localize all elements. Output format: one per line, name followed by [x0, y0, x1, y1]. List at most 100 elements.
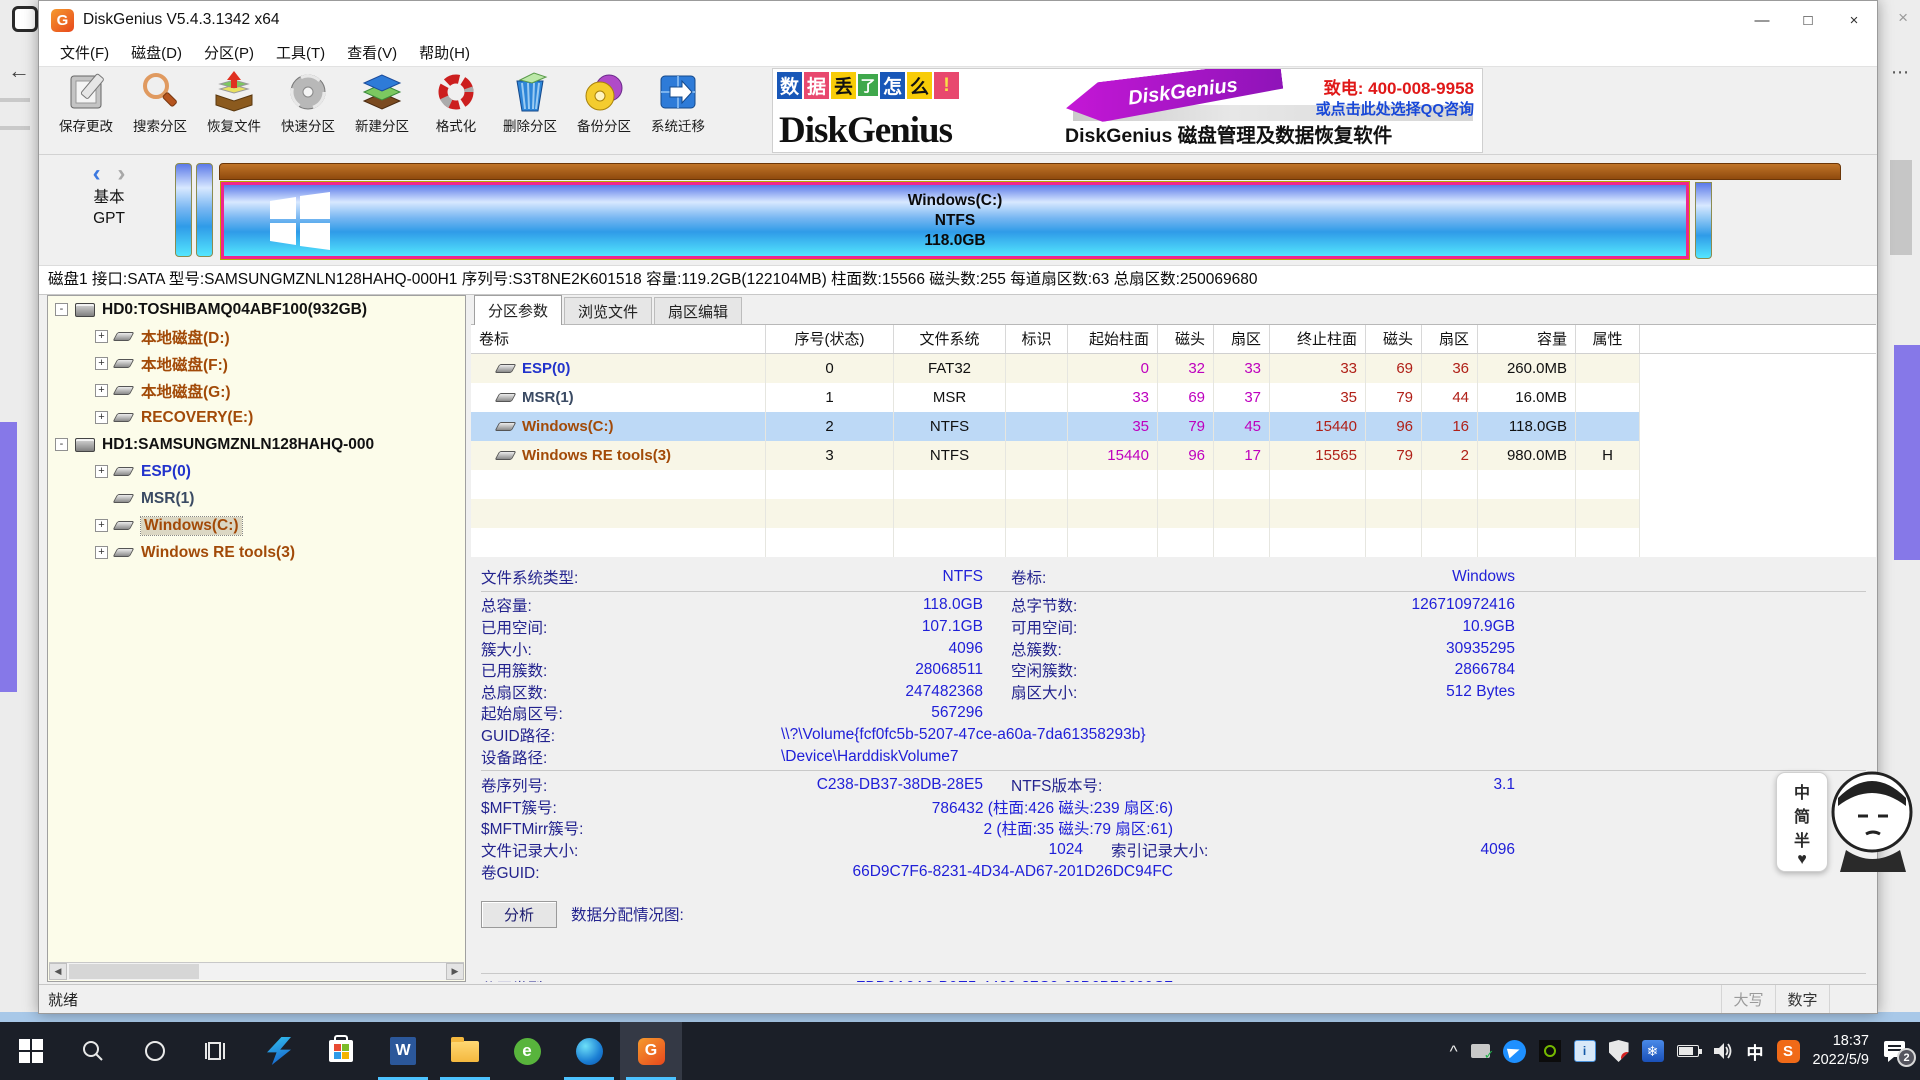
disk-graphic: Windows(C:) NTFS 118.0GB	[175, 163, 1841, 259]
ime-status-widget[interactable]: 中 简 半 ♥	[1776, 768, 1916, 876]
table-row-empty	[471, 499, 1876, 528]
expander-icon[interactable]: +	[95, 384, 108, 397]
menu-bar: 文件(F) 磁盘(D) 分区(P) 工具(T) 查看(V) 帮助(H)	[39, 39, 1877, 67]
expander-icon[interactable]: -	[55, 438, 68, 451]
save-changes-button[interactable]: 保存更改	[49, 71, 123, 135]
tree-item-msr[interactable]: MSR(1)	[48, 485, 465, 512]
menu-partition[interactable]: 分区(P)	[193, 42, 265, 63]
window-title: DiskGenius V5.4.3.1342 x64	[83, 11, 279, 29]
expander-icon[interactable]: +	[95, 357, 108, 370]
recover-files-button[interactable]: 恢复文件	[197, 71, 271, 135]
background-window-left: ←	[0, 0, 38, 1022]
tree-horizontal-scrollbar[interactable]: ◀ ▶	[49, 962, 464, 980]
banner-ad[interactable]: 数 据 丢 了 怎 么 ! DiskGenius DiskGenius 致电: …	[772, 68, 1483, 153]
tree-item-windows-re[interactable]: + Windows RE tools(3)	[48, 539, 465, 566]
notification-center-button[interactable]: 2	[1882, 1039, 1908, 1063]
new-partition-button[interactable]: 新建分区	[345, 71, 419, 135]
task-view-button[interactable]	[186, 1022, 248, 1080]
analyze-button[interactable]: 分析	[481, 901, 557, 928]
expander-icon[interactable]: +	[95, 330, 108, 343]
store-button[interactable]	[310, 1022, 372, 1080]
minimize-button[interactable]: —	[1739, 1, 1785, 39]
next-disk-icon[interactable]: ›	[117, 160, 125, 187]
save-changes-icon	[64, 71, 108, 113]
taskbar-search-button[interactable]	[62, 1022, 124, 1080]
tray-expand-icon[interactable]: ^	[1450, 1042, 1458, 1062]
tree-item-recovery-e[interactable]: + RECOVERY(E:)	[48, 404, 465, 431]
expander-icon[interactable]: -	[55, 303, 68, 316]
tree-item-local-d[interactable]: + 本地磁盘(D:)	[48, 323, 465, 350]
taskbar-clock[interactable]: 18:37 2022/5/9	[1813, 1032, 1869, 1070]
partition-icon	[113, 467, 135, 476]
partition-type-guid-row: 分区类型GUID: FBD0A0A2-B9E5-4433-87C0-68B6B7…	[481, 977, 1876, 982]
bird-app-icon[interactable]	[1503, 1040, 1526, 1063]
battery-icon[interactable]	[1677, 1045, 1699, 1057]
scrollbar-thumb[interactable]	[69, 964, 199, 979]
tree-item-esp[interactable]: + ESP(0)	[48, 458, 465, 485]
numlock-indicator: 数字	[1775, 985, 1829, 1013]
table-row-windows-selected[interactable]: Windows(C:) 2 NTFS 35 79 45 15440 96 16 …	[471, 412, 1876, 441]
tree-item-local-g[interactable]: + 本地磁盘(G:)	[48, 377, 465, 404]
partition-bar-msr[interactable]	[196, 163, 213, 257]
app-icon: G	[51, 9, 74, 32]
snowflake-icon[interactable]: ❄	[1642, 1040, 1664, 1062]
partition-bar-re-tools[interactable]	[1695, 182, 1712, 259]
tab-partition-params[interactable]: 分区参数	[474, 295, 562, 325]
edge-button[interactable]	[558, 1022, 620, 1080]
menu-disk[interactable]: 磁盘(D)	[120, 42, 193, 63]
scroll-right-icon[interactable]: ▶	[446, 963, 464, 980]
volume-icon[interactable]	[1712, 1041, 1734, 1061]
resize-grip[interactable]	[1829, 985, 1877, 1013]
start-button[interactable]	[0, 1022, 62, 1080]
expander-icon[interactable]: +	[95, 519, 108, 532]
defender-shield-icon[interactable]: ×	[1609, 1040, 1629, 1062]
background-scrollbar-thumb[interactable]	[1890, 160, 1912, 255]
system-migrate-button[interactable]: 系统迁移	[641, 71, 715, 135]
delete-partition-button[interactable]: 删除分区	[493, 71, 567, 135]
format-button[interactable]: 格式化	[419, 71, 493, 135]
table-row-msr[interactable]: MSR(1) 1 MSR 33 69 37 35 79 44 16.0MB	[471, 383, 1876, 412]
printer-icon[interactable]: ✓	[1471, 1044, 1490, 1058]
quick-partition-button[interactable]: 快速分区	[271, 71, 345, 135]
menu-view[interactable]: 查看(V)	[336, 42, 408, 63]
windows-logo-icon	[268, 189, 332, 253]
nvidia-icon[interactable]	[1539, 1040, 1561, 1062]
tree-item-windows-c[interactable]: + Windows(C:)	[48, 512, 465, 539]
partition-bar-esp[interactable]	[175, 163, 192, 257]
table-row-esp[interactable]: ESP(0) 0 FAT32 0 32 33 33 69 36 260.0MB	[471, 354, 1876, 383]
intel-graphics-icon[interactable]: i	[1574, 1040, 1596, 1062]
search-partition-button[interactable]: 搜索分区	[123, 71, 197, 135]
tree-item-local-f[interactable]: + 本地磁盘(F:)	[48, 350, 465, 377]
pinned-bolt-app-button[interactable]	[248, 1022, 310, 1080]
word-button[interactable]: W	[372, 1022, 434, 1080]
partition-bar-windows-selected[interactable]: Windows(C:) NTFS 118.0GB	[221, 182, 1689, 259]
tab-sector-edit[interactable]: 扇区编辑	[654, 297, 742, 324]
start-icon	[19, 1039, 43, 1063]
green-browser-button[interactable]: e	[496, 1022, 558, 1080]
banner-qq-link[interactable]: 或点击此处选择QQ咨询	[1316, 98, 1474, 119]
file-explorer-button[interactable]	[434, 1022, 496, 1080]
clock-time: 18:37	[1813, 1032, 1869, 1051]
disk-tree-panel: - HD0:TOSHIBAMQ04ABF100(932GB) + 本地磁盘(D:…	[47, 295, 466, 982]
cortana-button[interactable]	[124, 1022, 186, 1080]
expander-icon[interactable]: +	[95, 411, 108, 424]
table-row-windows-re[interactable]: Windows RE tools(3) 3 NTFS 15440 96 17 1…	[471, 441, 1876, 470]
tree-item-hd0[interactable]: - HD0:TOSHIBAMQ04ABF100(932GB)	[48, 296, 465, 323]
maximize-button[interactable]: □	[1785, 1, 1831, 39]
menu-file[interactable]: 文件(F)	[49, 42, 120, 63]
menu-help[interactable]: 帮助(H)	[408, 42, 481, 63]
backup-partition-button[interactable]: 备份分区	[567, 71, 641, 135]
tree-item-hd1[interactable]: - HD1:SAMSUNGMZNLN128HAHQ-000	[48, 431, 465, 458]
scroll-left-icon[interactable]: ◀	[49, 963, 67, 980]
menu-tools[interactable]: 工具(T)	[265, 42, 336, 63]
expander-icon[interactable]: +	[95, 546, 108, 559]
prev-disk-icon[interactable]: ‹	[93, 160, 101, 187]
partition-icon	[113, 494, 135, 503]
expander-icon[interactable]: +	[95, 465, 108, 478]
ime-status-box[interactable]: 中 简 半 ♥	[1776, 772, 1828, 872]
ime-indicator[interactable]: 中	[1747, 1039, 1764, 1064]
diskgenius-taskbar-button[interactable]: G	[620, 1022, 682, 1080]
sogou-icon[interactable]: S	[1777, 1040, 1800, 1063]
tab-browse-files[interactable]: 浏览文件	[564, 297, 652, 324]
close-button[interactable]: ×	[1831, 1, 1877, 39]
